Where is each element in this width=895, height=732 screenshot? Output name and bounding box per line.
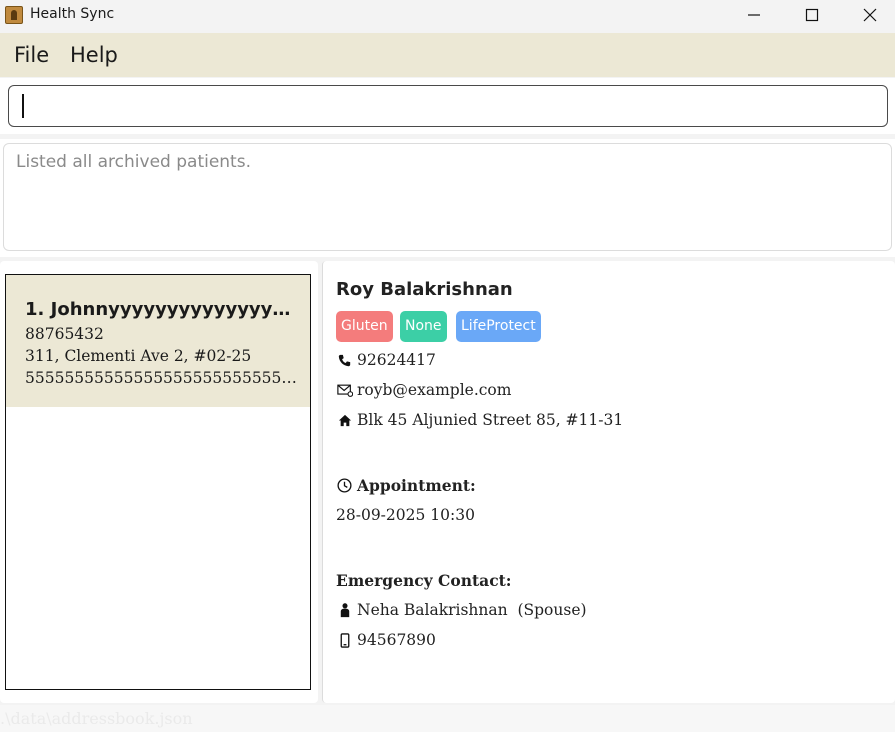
- emergency-name-row: Neha Balakrishnan (Spouse): [336, 601, 587, 619]
- title-bar: Health Sync: [0, 0, 895, 32]
- emergency-label: Emergency Contact:: [336, 571, 512, 590]
- command-box: [0, 78, 895, 134]
- minimize-button[interactable]: [725, 0, 783, 30]
- appointment-row: 28-09-2025 10:30: [336, 506, 475, 524]
- detail-phone: 92624417: [357, 351, 436, 369]
- minimize-icon: [748, 14, 760, 16]
- tag-allergy: Gluten: [336, 311, 393, 342]
- person-icon: [336, 602, 353, 619]
- status-bar: .\data\addressbook.json: [0, 705, 895, 732]
- app-icon: [5, 6, 23, 24]
- detail-phone-row: 92624417: [336, 351, 436, 369]
- email-icon: [336, 382, 353, 399]
- close-button[interactable]: [841, 0, 895, 30]
- mobile-icon: [336, 632, 353, 649]
- emergency-phone-row: 94567890: [336, 631, 436, 649]
- detail-email: royb@example.com: [357, 381, 512, 399]
- emergency-heading-row: Emergency Contact:: [336, 571, 512, 590]
- emergency-name: Neha Balakrishnan (Spouse): [357, 601, 587, 619]
- clock-icon: [336, 477, 353, 494]
- detail-address: Blk 45 Aljunied Street 85, #11-31: [357, 411, 624, 429]
- appointment-label: Appointment:: [357, 476, 476, 495]
- appointment-value: 28-09-2025 10:30: [336, 506, 475, 524]
- command-input[interactable]: [8, 85, 888, 127]
- maximize-button[interactable]: [783, 0, 841, 30]
- result-message: Listed all archived patients.: [3, 143, 892, 251]
- close-icon: [863, 8, 877, 22]
- appointment-heading-row: Appointment:: [336, 476, 476, 495]
- menu-bar: File Help: [0, 33, 895, 77]
- emergency-phone: 94567890: [357, 631, 436, 649]
- patient-card-phone: 88765432: [25, 325, 104, 343]
- menu-help[interactable]: Help: [70, 43, 118, 67]
- text-caret: [22, 94, 24, 118]
- status-file-path: .\data\addressbook.json: [0, 709, 193, 728]
- detail-name: Roy Balakrishnan: [336, 279, 513, 300]
- result-display: Listed all archived patients.: [0, 139, 895, 257]
- detail-address-row: Blk 45 Aljunied Street 85, #11-31: [336, 411, 623, 429]
- detail-email-row: royb@example.com: [336, 381, 511, 399]
- window-title: Health Sync: [30, 6, 115, 22]
- patient-card[interactable]: 1. Johnnyyyyyyyyyyyyyyyyyyyyyyyy... 8876…: [6, 275, 310, 407]
- patient-detail-panel: Roy Balakrishnan Gluten None LifeProtect…: [322, 261, 895, 703]
- tag-insurance: LifeProtect: [456, 311, 541, 342]
- patient-card-address: 311, Clementi Ave 2, #02-25: [25, 347, 252, 365]
- patient-card-extra: 55555555555555555555555555555...: [25, 369, 300, 387]
- patient-card-name: 1. Johnnyyyyyyyyyyyyyyyyyyyyyyyy...: [25, 299, 300, 320]
- menu-file[interactable]: File: [14, 43, 49, 67]
- home-icon: [336, 412, 353, 429]
- maximize-icon: [805, 8, 819, 22]
- tag-condition: None: [400, 311, 447, 342]
- patient-list-panel: 1. Johnnyyyyyyyyyyyyyyyyyyyyyyyy... 8876…: [0, 261, 318, 703]
- phone-icon: [336, 352, 353, 369]
- patient-list[interactable]: 1. Johnnyyyyyyyyyyyyyyyyyyyyyyyy... 8876…: [5, 274, 311, 690]
